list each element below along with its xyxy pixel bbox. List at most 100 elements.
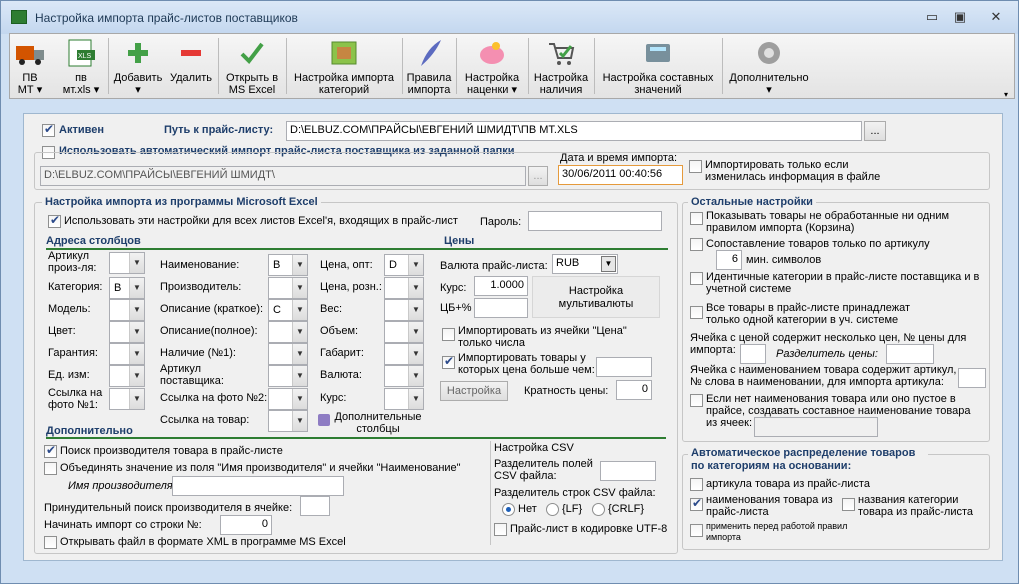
open-excel-button[interactable]: Открыть в MS Excel (220, 36, 284, 98)
avail-combo[interactable]: ▼ (268, 343, 308, 365)
app-icon (11, 10, 27, 24)
model-combo[interactable]: ▼ (109, 299, 145, 321)
folder-browse-button[interactable]: ... (528, 166, 548, 186)
warranty-combo[interactable]: ▼ (109, 343, 145, 365)
active-checkbox[interactable] (42, 122, 55, 137)
forced-search-input[interactable] (300, 496, 330, 516)
row-sep-crlf-radio[interactable] (592, 503, 605, 516)
weight-combo[interactable]: ▼ (384, 299, 424, 321)
color-combo[interactable]: ▼ (109, 321, 145, 343)
start-row-input[interactable]: 0 (220, 515, 272, 535)
extra-columns-icon (318, 414, 330, 426)
price-separator-input[interactable] (886, 344, 934, 364)
merge-checkbox[interactable] (44, 462, 57, 475)
composite-values-button[interactable]: Настройка составных значений (596, 36, 720, 98)
import-price-cell-checkbox[interactable] (442, 328, 455, 341)
settings-panel: Активен Путь к прайс-листу: D:\ELBUZ.COM… (23, 113, 1003, 561)
price-retail-combo[interactable]: ▼ (384, 277, 424, 299)
desc-full-combo[interactable]: ▼ (268, 321, 308, 343)
delete-button[interactable]: Удалить (168, 36, 214, 98)
word-number-input[interactable] (958, 368, 986, 388)
category-import-settings-button[interactable]: Настройка импорта категорий (288, 36, 400, 98)
one-category-checkbox[interactable] (690, 306, 703, 319)
title-bar: Настройка импорта прайс-листов поставщик… (1, 1, 1018, 34)
composite-name-checkbox[interactable] (690, 394, 703, 407)
cart-icon (545, 38, 577, 68)
multicurrency-button[interactable]: Настройка мультивалюты (532, 276, 660, 318)
size-combo[interactable]: ▼ (384, 343, 424, 365)
minus-icon (175, 38, 207, 68)
manufacturer-name-input[interactable] (172, 476, 344, 496)
unit-combo[interactable]: ▼ (109, 365, 145, 387)
price-greater-input[interactable] (596, 357, 652, 377)
multi-price-input[interactable] (740, 344, 766, 364)
rate-col-combo[interactable]: ▼ (384, 388, 424, 410)
tree-icon (328, 38, 360, 68)
active-label: Активен (59, 124, 104, 136)
toolbar-overflow-icon[interactable]: ▾ (1004, 90, 1008, 99)
multiplicity-input[interactable]: 0 (616, 380, 652, 400)
apply-before-checkbox[interactable] (690, 524, 703, 537)
all-sheets-checkbox[interactable] (48, 213, 61, 228)
piggy-icon (476, 38, 508, 68)
date-input[interactable]: 30/06/2011 00:40:56 (558, 165, 683, 185)
composite-cells-input[interactable] (754, 417, 878, 437)
gear-icon (753, 38, 785, 68)
more-button[interactable]: Дополнительно ▾ (724, 36, 814, 98)
by-articul-checkbox[interactable] (690, 478, 703, 491)
markup-settings-button[interactable]: Настройка наценки ▾ (458, 36, 526, 98)
min-chars-input[interactable]: 6 (716, 250, 742, 270)
extra-columns-link[interactable]: Дополнительные столбцы (330, 411, 426, 435)
add-button[interactable]: Добавить ▾ (110, 36, 166, 98)
csv-field-sep-input[interactable] (600, 461, 656, 481)
currency-col-combo[interactable]: ▼ (384, 365, 424, 387)
pv-mt-button[interactable]: ПВ МТ ▾ (12, 36, 48, 98)
truck-icon (14, 38, 46, 68)
photo1-combo[interactable]: ▼ (109, 388, 145, 410)
close-button[interactable]: ✕ (983, 7, 1009, 27)
desc-short-combo[interactable]: C ▼ (268, 299, 308, 321)
import-greater-checkbox[interactable] (442, 354, 455, 369)
price-opt-combo[interactable]: D ▼ (384, 254, 424, 276)
rate-input[interactable]: 1.0000 (474, 276, 528, 296)
search-manufacturer-checkbox[interactable] (44, 443, 57, 458)
show-unprocessed-checkbox[interactable] (690, 212, 703, 225)
by-category-name-checkbox[interactable] (842, 498, 855, 511)
match-articul-checkbox[interactable] (690, 238, 703, 251)
only-changed-checkbox[interactable] (689, 160, 702, 173)
volume-combo[interactable]: ▼ (384, 321, 424, 343)
minimize-button[interactable]: ▭ (919, 7, 945, 27)
identical-categories-checkbox[interactable] (690, 272, 703, 285)
additional-title: Дополнительно (46, 425, 133, 437)
manufacturer-combo[interactable]: ▼ (268, 277, 308, 299)
sup-articul-combo[interactable]: ▼ (268, 365, 308, 387)
folder-input[interactable]: D:\ELBUZ.COM\ПРАЙСЫ\ЕВГЕНИЙ ШМИДТ\ (40, 166, 526, 186)
cb-percent-input[interactable] (474, 298, 528, 318)
autodist-title: Автоматическое распределение товаров по … (688, 447, 928, 473)
restore-button[interactable]: ▣ (947, 7, 973, 27)
availability-settings-button[interactable]: Настройка наличия (530, 36, 592, 98)
currency-select[interactable]: RUB ▼ (552, 254, 618, 274)
name-combo[interactable]: B ▼ (268, 254, 308, 276)
password-input[interactable] (528, 211, 662, 231)
path-label: Путь к прайс-листу: (164, 124, 274, 136)
path-browse-button[interactable]: ... (864, 121, 886, 141)
row-sep-none-radio[interactable] (502, 503, 515, 516)
svg-text:XLS: XLS (78, 53, 92, 60)
category-combo[interactable]: B ▼ (109, 277, 145, 299)
columns-title: Адреса столбцов (46, 235, 141, 247)
row-sep-lf-radio[interactable] (546, 503, 559, 516)
price-settings-button[interactable]: Настройка (440, 381, 508, 401)
path-input[interactable]: D:\ELBUZ.COM\ПРАЙСЫ\ЕВГЕНИЙ ШМИДТ\ПВ МТ.… (286, 121, 862, 141)
plus-icon (122, 38, 154, 68)
pv-mt-xls-button[interactable]: XLS пв мт.xls ▾ (56, 36, 106, 98)
utf8-checkbox[interactable] (494, 523, 507, 536)
open-xml-checkbox[interactable] (44, 536, 57, 549)
csv-title: Настройка CSV (494, 442, 574, 454)
product-link-combo[interactable]: ▼ (268, 410, 308, 432)
by-name-checkbox[interactable] (690, 496, 703, 511)
import-rules-button[interactable]: Правила импорта (404, 36, 454, 98)
photo2-combo[interactable]: ▼ (268, 388, 308, 410)
password-label: Пароль: (480, 216, 522, 228)
articul-combo[interactable]: ▼ (109, 252, 145, 274)
